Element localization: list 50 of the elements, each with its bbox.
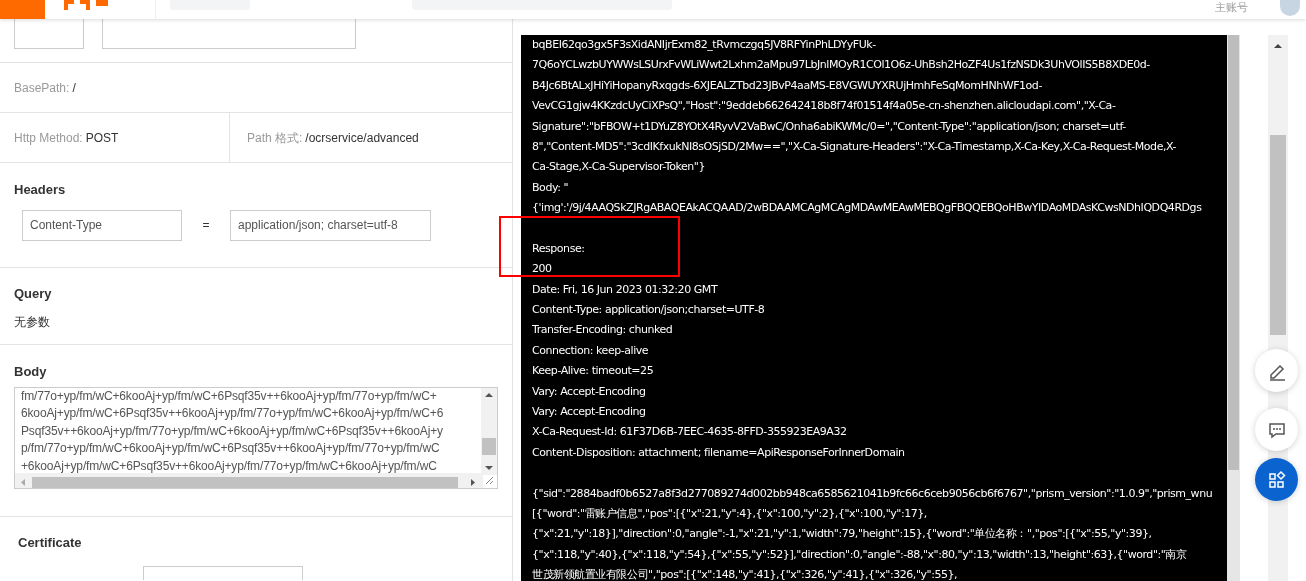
field-label: Http Method: <box>14 129 83 147</box>
console-line: Ca-Stage,X-Ca-Supervisor-Token"} <box>532 159 706 176</box>
console-line: bqBEI62qo3gx5F3sXidANIjrExm82_tRvmczgq5JV8RFYinPhLDYyFUk- <box>532 37 877 53</box>
console-line: Content-Disposition: attachment; filename=ApiResponseForInnerDomain <box>532 444 906 461</box>
console-line: Vary: Accept-Encoding <box>532 383 647 400</box>
body-field[interactable]: fm/77o+yp/fm/wC+6kooAj+yp/fm/wC+6Psqf35v++6kooAj+yp/fm/77o+yp/fm/wC+ 6kooAj+yp/fm/wC+6Psqf35v++6kooAj+yp/fm/77o+yp/fm/wC+6kooAj+yp/fm/wC+6 Psqf35v++6kooAj+yp/fm/77o+yp/fm/wC+6kooAj+yp/fm/wC+6Psqf35v++6kooAj+y p/fm/77o+yp/fm/wC+6kooAj+yp/fm/wC+6Psqf35v++6kooAj+yp/fm/77o+yp/fm/wC +6kooAj+yp/fm/wC+6Psqf35v++6kooAj+yp/fm/77o+yp/fm/wC+6kooAj+yp/fm/wC <box>14 386 498 489</box>
console-line: VevCG1gjw4KKzdcUyCiXPsQ","Host":"9eddeb662642418b8f74f01514f4a05e-cn-shenzhen.alicloudapi.com","X-Ca- <box>532 98 1117 115</box>
chat-button[interactable] <box>1255 408 1298 451</box>
console-line: 8","Content-MD5":"3cdIKfxukNI8sOSjSD/2Mw==","X-Ca-Signature-Headers":"X-Ca-Timestamp,X-Ca-Key,X-Ca-Request-Mode,X- <box>532 138 1178 155</box>
console-line: 200 <box>532 261 553 278</box>
equals-sign: = <box>201 217 211 234</box>
input-field[interactable] <box>102 19 356 49</box>
console-line: Date: Fri, 16 Jun 2023 01:32:20 GMT <box>532 281 719 298</box>
apps-button[interactable] <box>1255 458 1298 501</box>
console-line: Transfer-Encoding: chunked <box>532 322 674 339</box>
menu-button[interactable] <box>0 0 45 19</box>
console-line: {'img':'/9j/4AAQSkZJRgABAQEAkACQAAD/2wBDAAMCAgMCAgMDAwMEAwMEBQgFBQQEBQoHBwYIDAoMDAsKCwsNDhIQDQ4RDgs <box>532 200 1203 217</box>
console-line: Signature":"bFBOW+t1DYuZ8YOtX4RyvV2VaBwC/Onha6abiKWMc/0=","Content-Type":"application/json; charset=utf- <box>532 118 1127 135</box>
console-line: [{"word":"雷账户信息","pos":[{"x":21,"y":4},{"x":100,"y":2},{"x":100,"y":17}, <box>532 506 928 522</box>
resize-grip-icon <box>485 475 494 485</box>
input-field[interactable] <box>14 19 84 49</box>
console-line: B4Jc6BtALxJHiYiHopanyRxqgds-6XJEALZTbd23JBvP4aaMS-E8VGWUYXRUjHmhFeSqMomHNhWF1od- <box>532 77 1043 94</box>
field-value: POST <box>85 129 119 147</box>
edit-button[interactable] <box>1255 349 1298 392</box>
select-field[interactable] <box>143 565 303 580</box>
console-line: Response: <box>532 240 586 257</box>
field-label: Path 格式: <box>247 129 303 147</box>
field-label: BasePath: <box>14 79 70 97</box>
console-line: Vary: Accept-Encoding <box>532 404 647 421</box>
console-line: Content-Type: application/json;charset=UTF-8 <box>532 302 766 319</box>
empty-text: 无参数 <box>14 313 51 331</box>
console-line: Body: " <box>532 179 570 196</box>
avatar[interactable] <box>1280 0 1300 16</box>
section-title: Query <box>14 285 53 303</box>
console-line: Connection: keep-alive <box>532 342 650 359</box>
section-title: Certificate <box>18 534 83 552</box>
console-line: 7Q6oYCLwzbUYWWsLSUrxFvWLiWwt2Lxhm2aMpu97LbJnlMOyR1COl1O6z-UhBsh2HoZF4Us1fzNSDk3UhVOlIS5B8XDE0d- <box>532 57 1151 74</box>
console-line: X-Ca-Request-Id: 61F37D6B-7EEC-4635-8FFD-355923EA9A32 <box>532 424 848 441</box>
console-line: {"sid":"2884badf0b6527a8f3d277089274d002bb948ca6585621041b9fc66c6ceb9056cb6f6767","prism_version":"1.0.9","prism_wnu <box>532 485 1214 502</box>
console-line: Keep-Alive: timeout=25 <box>532 363 655 380</box>
input-field[interactable]: application/json; charset=utf-8 <box>230 209 431 241</box>
console-line: {"x":118,"y":40},{"x":118,"y":54},{"x":55,"y":52}],"direction":0,"angle":-88,"x":80,"y":13,"width":13,"height":63},{"word":"南京 <box>532 546 1188 563</box>
field-value: / <box>72 79 76 97</box>
field-value: /ocrservice/advanced <box>305 129 419 147</box>
apps-icon <box>1266 469 1287 490</box>
section-title: Body <box>14 363 48 381</box>
console-line: 世茂新领航置业有限公司","pos":[{"x":148,"y":41},{"x":326,"y":41},{"x":326,"y":55}, <box>532 567 959 581</box>
input-field[interactable]: Content-Type <box>22 209 182 241</box>
console-line: {"x":21,"y":18}],"direction":0,"angle":-1,"x":21,"y":1,"width":79,"height":15},{"word":"单位名称：","pos":[{"x":55,"y":39}, <box>532 526 1153 543</box>
section-title: Headers <box>14 181 67 199</box>
